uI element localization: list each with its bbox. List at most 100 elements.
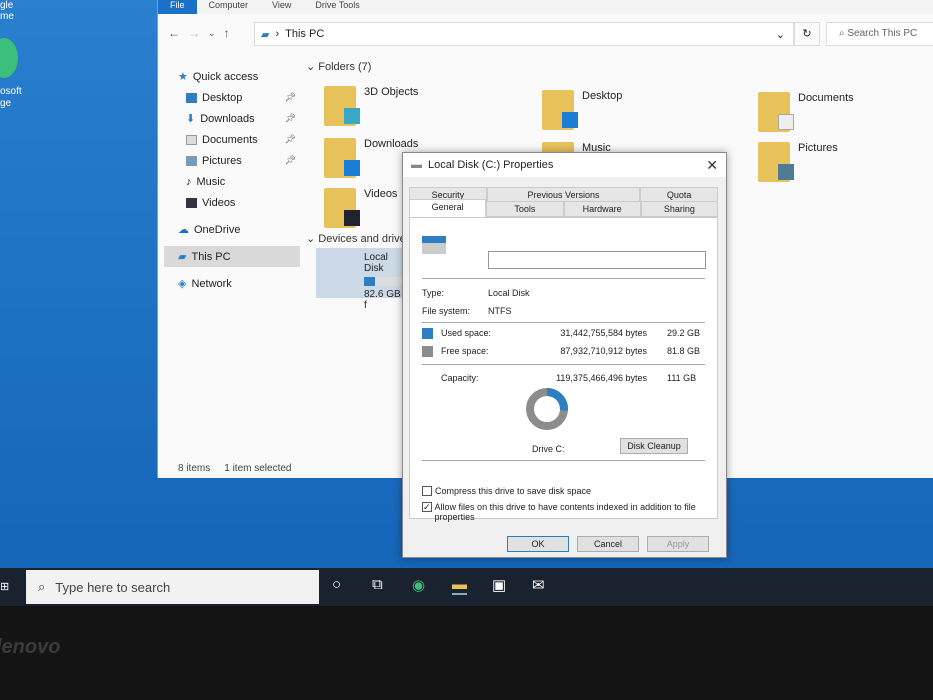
forward-icon[interactable]: →: [188, 26, 200, 40]
folder-downloads-icon: [324, 138, 360, 178]
cortana-icon[interactable]: ○: [332, 576, 341, 593]
used-space-label: Used space:: [441, 328, 492, 338]
folder-item[interactable]: Pictures: [758, 142, 838, 182]
nav-desktop[interactable]: Desktop 📌︎: [164, 87, 300, 108]
status-bar: 8 items 1 item selected: [178, 463, 292, 474]
nav-documents[interactable]: Documents 📌︎: [164, 129, 300, 150]
back-icon[interactable]: ←: [168, 26, 180, 40]
nav-music[interactable]: ♪ Music: [164, 171, 300, 192]
nav-network[interactable]: ◈ Network: [164, 273, 300, 294]
file-explorer-icon[interactable]: ▬: [452, 576, 467, 595]
search-placeholder: Search This PC: [847, 28, 918, 39]
edge-icon[interactable]: ◉: [412, 576, 425, 594]
lenovo-logo: lenovo: [0, 636, 61, 658]
breadcrumb-this-pc[interactable]: This PC: [285, 28, 324, 40]
folder-item[interactable]: 3D Objects: [324, 86, 418, 126]
star-icon: ★: [178, 71, 188, 83]
index-checkbox-row[interactable]: ✓ Allow files on this drive to have conte…: [422, 502, 702, 522]
folder-item[interactable]: Desktop: [542, 90, 622, 130]
nav-videos[interactable]: Videos: [164, 192, 300, 213]
folders-group-header[interactable]: ⌄ Folders (7): [306, 60, 933, 80]
search-placeholder: Type here to search: [55, 579, 171, 595]
nav-onedrive[interactable]: ☁ OneDrive: [164, 219, 300, 240]
file-system-value: NTFS: [488, 306, 512, 316]
type-value: Local Disk: [488, 288, 530, 298]
general-tab-page: Type: Local Disk File system: NTFS Used sp…: [409, 217, 718, 522]
apply-button[interactable]: Apply: [647, 536, 709, 552]
address-dropdown-icon[interactable]: ⌄: [776, 28, 785, 41]
drive-name-input[interactable]: [488, 251, 706, 269]
nav-label: Downloads: [200, 112, 255, 125]
folder-label: Documents: [798, 92, 854, 104]
this-pc-icon: ▰: [261, 28, 270, 41]
mail-icon[interactable]: ✉: [532, 576, 545, 594]
folder-videos-icon: [324, 188, 360, 228]
compress-label: Compress this drive to save disk space: [435, 486, 592, 496]
used-space-gb: 29.2 GB: [667, 328, 701, 338]
laptop-bezel: lenovo: [0, 606, 933, 700]
tab-view[interactable]: View: [260, 0, 303, 14]
disk-cleanup-button[interactable]: Disk Cleanup: [620, 438, 688, 454]
drive-icon: ▬: [411, 159, 422, 171]
capacity-bytes: 119,375,466,496 bytes: [556, 373, 647, 383]
ok-button[interactable]: OK: [507, 536, 569, 552]
used-space-swatch: [422, 328, 433, 339]
capacity-label: Capacity:: [441, 373, 479, 383]
folder-3d-objects-icon: [324, 86, 360, 126]
task-view-icon[interactable]: ⧉: [372, 576, 383, 593]
up-icon[interactable]: ↑: [224, 26, 230, 40]
folder-label: Desktop: [582, 90, 623, 102]
drive-usage-bar: [364, 277, 406, 286]
nav-quick-access[interactable]: ★ Quick access: [164, 66, 300, 87]
tab-computer[interactable]: Computer: [197, 0, 261, 14]
nav-pictures[interactable]: Pictures 📌︎: [164, 150, 300, 171]
nav-label: Documents: [202, 133, 258, 146]
nav-this-pc[interactable]: ▰ This PC: [164, 246, 300, 267]
nav-label: Videos: [202, 196, 236, 209]
address-bar[interactable]: ▰ › This PC ⌄: [254, 22, 794, 46]
tab-drive-tools[interactable]: Drive Tools: [303, 0, 371, 14]
folder-label: Videos: [364, 188, 398, 200]
compress-checkbox-row[interactable]: Compress this drive to save disk space: [422, 486, 591, 496]
tab-tools[interactable]: Tools: [486, 201, 564, 217]
folder-item[interactable]: Videos: [324, 188, 397, 228]
tab-hardware[interactable]: Hardware: [563, 201, 641, 217]
nav-label: Music: [196, 175, 226, 188]
pin-icon[interactable]: 📌︎: [285, 113, 296, 124]
pin-icon[interactable]: 📌︎: [285, 92, 296, 103]
start-icon[interactable]: ⊞: [0, 580, 9, 593]
desktop-icon-label[interactable]: ge: [0, 98, 11, 109]
tab-file[interactable]: File: [158, 0, 197, 14]
cloud-icon: ☁: [178, 224, 189, 236]
desktop-icon-label[interactable]: osoft: [0, 86, 22, 97]
disk-usage-donut: [526, 388, 568, 430]
refresh-icon[interactable]: ↻: [794, 22, 820, 46]
index-checkbox[interactable]: ✓: [422, 502, 432, 512]
taskbar-search[interactable]: ⌕ Type here to search: [26, 570, 319, 604]
pin-icon[interactable]: 📌︎: [285, 155, 296, 166]
drive-free-text: 82.6 GB f: [364, 289, 401, 311]
file-system-label: File system:: [422, 306, 471, 316]
music-icon: ♪: [186, 175, 192, 188]
pin-icon[interactable]: 📌︎: [285, 134, 296, 145]
folder-pictures-icon: [758, 142, 794, 182]
tab-general[interactable]: General: [409, 199, 487, 217]
free-space-gb: 81.8 GB: [667, 346, 701, 356]
nav-label: OneDrive: [194, 223, 241, 236]
nav-downloads[interactable]: ⬇ Downloads 📌︎: [164, 108, 300, 129]
compress-checkbox[interactable]: [422, 486, 432, 496]
tab-sharing[interactable]: Sharing: [640, 201, 718, 217]
edge-icon[interactable]: [0, 38, 18, 78]
cancel-button[interactable]: Cancel: [577, 536, 639, 552]
folder-label: Pictures: [798, 142, 838, 154]
desktop-icon-label[interactable]: me: [0, 11, 14, 22]
recent-chevron-icon[interactable]: ⌄: [208, 28, 216, 39]
folder-item[interactable]: Documents: [758, 92, 854, 132]
store-icon[interactable]: ▣: [492, 576, 506, 594]
search-icon: ⌕: [38, 579, 46, 594]
desktop-icon-label[interactable]: gle: [0, 0, 13, 11]
local-disk-item[interactable]: Local Disk 82.6 GB f: [316, 248, 406, 311]
search-input[interactable]: ⌕ Search This PC: [826, 22, 933, 46]
free-space-swatch: [422, 346, 433, 357]
close-icon[interactable]: ✕: [706, 157, 718, 174]
